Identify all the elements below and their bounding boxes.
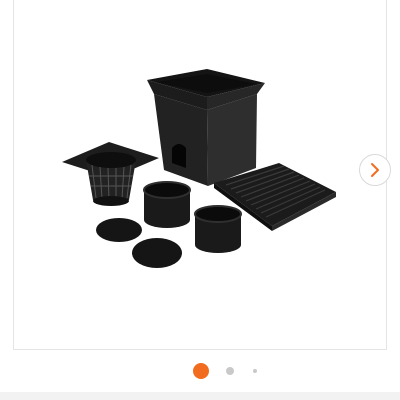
bottom-divider <box>0 392 400 400</box>
next-image-button[interactable] <box>359 154 391 186</box>
catch-basin <box>147 69 265 186</box>
pagination-dot[interactable] <box>226 367 234 375</box>
riser-ring-1 <box>143 181 191 228</box>
end-cap-2 <box>132 238 182 268</box>
image-pagination <box>0 360 400 382</box>
riser-ring-2 <box>194 205 242 253</box>
pagination-dot[interactable] <box>253 369 257 373</box>
chevron-right-icon <box>371 163 379 177</box>
pagination-dot-active[interactable] <box>193 363 209 379</box>
end-cap-1 <box>96 218 142 242</box>
product-image-gallery <box>13 0 391 350</box>
product-image[interactable] <box>14 0 386 349</box>
